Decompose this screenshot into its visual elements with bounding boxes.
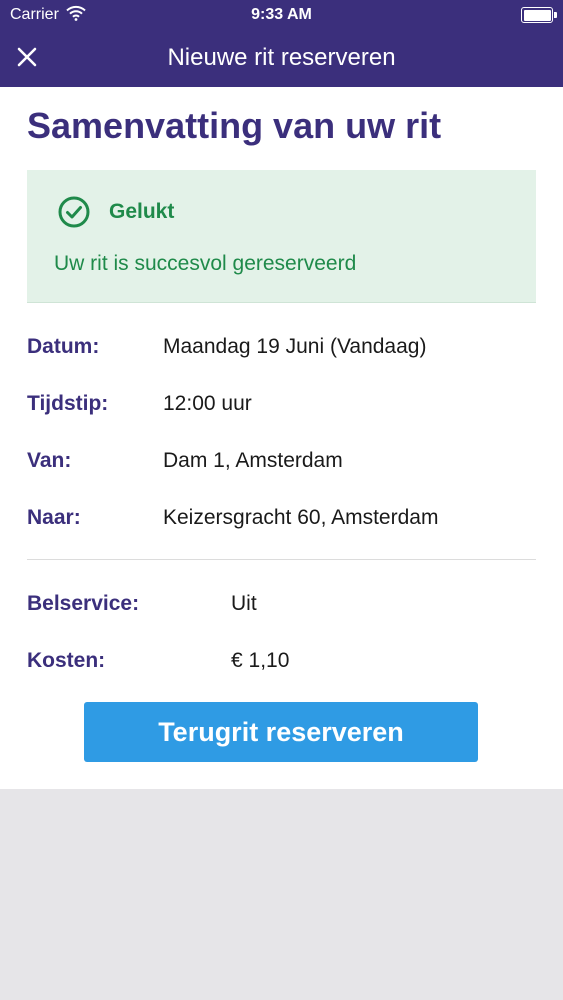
trip-label: Datum:	[27, 335, 100, 358]
trip-value: Dam 1, Amsterdam	[163, 449, 343, 472]
trip-value: Maandag 19 Juni (Vandaag)	[163, 335, 427, 358]
trip-value: 12:00 uur	[163, 392, 252, 415]
trip-label: Naar:	[27, 506, 81, 529]
extra-value: € 1,10	[231, 649, 290, 672]
return-trip-button[interactable]: Terugrit reserveren	[84, 702, 478, 762]
page-title: Samenvatting van uw rit	[27, 105, 442, 146]
summary-card: Samenvatting van uw rit Gelukt Uw rit is…	[0, 87, 563, 789]
battery-icon	[521, 7, 557, 23]
trip-label: Van:	[27, 449, 72, 472]
extra-label: Belservice:	[27, 592, 140, 615]
extra-label: Kosten:	[27, 649, 106, 672]
extra-value: Uit	[231, 592, 257, 615]
status-time: 9:33 AM	[251, 6, 312, 23]
success-alert: Gelukt Uw rit is succesvol gereserveerd	[27, 170, 536, 303]
header-title: Nieuwe rit reserveren	[167, 44, 396, 71]
app-header: Carrier 9:33 AM Nieuwe rit reserveren	[0, 0, 563, 87]
success-message: Uw rit is succesvol gereserveerd	[54, 252, 357, 275]
trip-label: Tijdstip:	[27, 392, 109, 415]
check-circle-icon	[58, 196, 90, 228]
divider	[27, 559, 536, 560]
success-title: Gelukt	[109, 200, 175, 223]
trip-value: Keizersgracht 60, Amsterdam	[163, 506, 439, 529]
status-bar: Carrier 9:33 AM	[0, 0, 563, 30]
